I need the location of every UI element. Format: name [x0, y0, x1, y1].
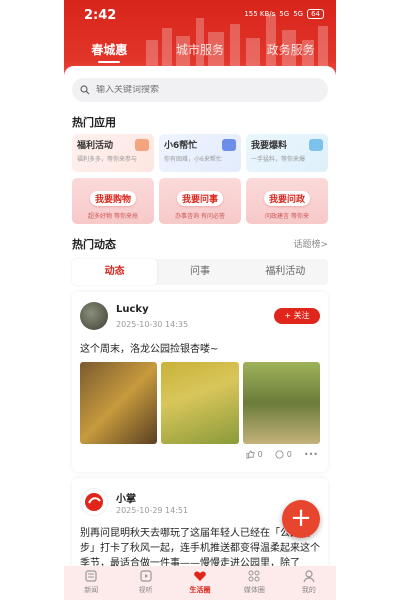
post-image-2[interactable] — [161, 362, 239, 444]
phone-screen: 2:42 155 KB/s 5G 5G 64 春城惠 城市服务 政务服务 热门应… — [64, 0, 336, 600]
hot-apps-grid: 福利活动 福利多多，等你来参与 小6帮忙 你有困难，小6来帮忙 我要爆料 一手猛… — [72, 134, 328, 224]
comment-count: 0 — [286, 450, 292, 459]
megaphone-icon — [309, 139, 323, 151]
hot-apps-title: 热门应用 — [72, 116, 116, 129]
nav-news-label: 新闻 — [84, 586, 99, 594]
follow-button[interactable]: + 关注 — [274, 308, 320, 324]
tab-dynamics[interactable]: 动态 — [72, 259, 158, 285]
heart-icon — [194, 571, 206, 581]
nav-media-label: 媒体圈 — [243, 586, 265, 594]
post-date-2: 2025-10-29 14:51 — [116, 506, 189, 515]
post-image-3[interactable] — [242, 362, 320, 444]
signal-5g-2: 5G — [293, 10, 304, 18]
user-icon — [303, 570, 315, 583]
avatar-2[interactable] — [80, 488, 108, 516]
banner-shopping-sub: 超多好物 等你来抢 — [88, 213, 138, 220]
nav-life-label: 生活圈 — [189, 586, 211, 594]
post-images — [80, 362, 320, 444]
topic-list-link[interactable]: 话题榜> — [293, 237, 328, 250]
app-report[interactable]: 我要爆料 一手猛料，等你来爆 — [246, 134, 328, 172]
net-speed: 155 KB/s — [244, 10, 276, 18]
like-count: 0 — [257, 450, 263, 459]
nav-media[interactable]: 媒体圈 — [227, 566, 281, 600]
play-icon — [140, 570, 152, 582]
app-report-sub: 一手猛料，等你来爆 — [251, 156, 306, 163]
post-card[interactable]: Lucky 2025-10-30 14:35 + 关注 这个周末，洛龙公园捡银杏… — [72, 292, 328, 472]
status-indicators: 155 KB/s 5G 5G 64 — [244, 9, 324, 19]
post-date: 2025-10-30 14:35 — [116, 320, 189, 329]
status-bar: 2:42 155 KB/s 5G 5G 64 — [64, 0, 336, 30]
grid-icon — [248, 570, 260, 582]
post-username[interactable]: Lucky — [116, 304, 149, 315]
post-text-2: 别再问昆明秋天去哪玩了这届年轻人已经在「公园漫步」打卡了秋风一起，连手机推送都变… — [80, 528, 320, 569]
more-icon[interactable]: ••• — [304, 450, 318, 459]
tab-chunchenghui[interactable]: 春城惠 — [64, 40, 155, 64]
app-xiao6[interactable]: 小6帮忙 你有困难，小6来帮忙 — [159, 134, 241, 172]
hot-feed-title: 热门动态 — [72, 238, 116, 251]
post-actions: 0 0 ••• — [246, 450, 318, 459]
post-text: 这个周末，洛龙公园捡银杏喽~ — [80, 344, 219, 355]
search-input[interactable] — [96, 85, 296, 95]
banner-shopping[interactable]: 我要购物 超多好物 等你来抢 — [72, 178, 154, 224]
tab-ask[interactable]: 问事 — [157, 259, 242, 285]
comment-icon — [275, 450, 284, 459]
app-xiao6-sub: 你有困难，小6来帮忙 — [164, 156, 222, 163]
gift-icon — [135, 139, 149, 151]
news-icon — [85, 570, 97, 582]
logo-icon — [85, 493, 103, 511]
signal-5g-1: 5G — [279, 10, 290, 18]
search-icon — [80, 85, 90, 95]
avatar[interactable] — [80, 302, 108, 330]
search-bar[interactable] — [72, 78, 328, 102]
banner-politics[interactable]: 我要问政 问政建言 等你来 — [246, 178, 328, 224]
banner-ask-title: 我要问事 — [176, 191, 223, 206]
tab-gov-service[interactable]: 政务服务 — [245, 40, 336, 64]
nav-video-label: 视听 — [138, 586, 153, 594]
battery-icon: 64 — [307, 9, 324, 19]
feed-tabs: 动态 问事 福利活动 — [72, 259, 328, 285]
banner-politics-title: 我要问政 — [263, 191, 310, 206]
top-tabs: 春城惠 城市服务 政务服务 — [64, 40, 336, 64]
nav-me-label: 我的 — [301, 586, 316, 594]
post-username-2[interactable]: 小掌 — [116, 490, 136, 505]
thumb-up-icon — [246, 450, 255, 459]
bottom-nav: 新闻 视听 生活圈 媒体圈 我的 — [64, 566, 336, 600]
banner-shopping-title: 我要购物 — [89, 191, 136, 206]
like-action[interactable]: 0 — [246, 450, 263, 459]
post-image-1[interactable] — [80, 362, 158, 444]
comment-action[interactable]: 0 — [275, 450, 292, 459]
nav-life[interactable]: 生活圈 — [173, 566, 227, 600]
nav-video[interactable]: 视听 — [118, 566, 172, 600]
tab-welfare[interactable]: 福利活动 — [243, 259, 328, 285]
nav-me[interactable]: 我的 — [282, 566, 336, 600]
app-welfare-sub: 福利多多，等你来参与 — [77, 156, 138, 163]
banner-ask[interactable]: 我要问事 办事咨询 有问必答 — [159, 178, 241, 224]
banner-politics-sub: 问政建言 等你来 — [265, 213, 309, 220]
app-welfare[interactable]: 福利活动 福利多多，等你来参与 — [72, 134, 154, 172]
helper-icon — [222, 139, 236, 151]
tab-city-service[interactable]: 城市服务 — [155, 40, 246, 64]
main-content: 热门应用 福利活动 福利多多，等你来参与 小6帮忙 你有困难，小6来帮忙 我要爆… — [64, 66, 336, 578]
add-post-button[interactable]: + — [282, 500, 320, 538]
nav-news[interactable]: 新闻 — [64, 566, 118, 600]
status-time: 2:42 — [84, 8, 117, 23]
banner-ask-sub: 办事咨询 有问必答 — [175, 213, 225, 220]
